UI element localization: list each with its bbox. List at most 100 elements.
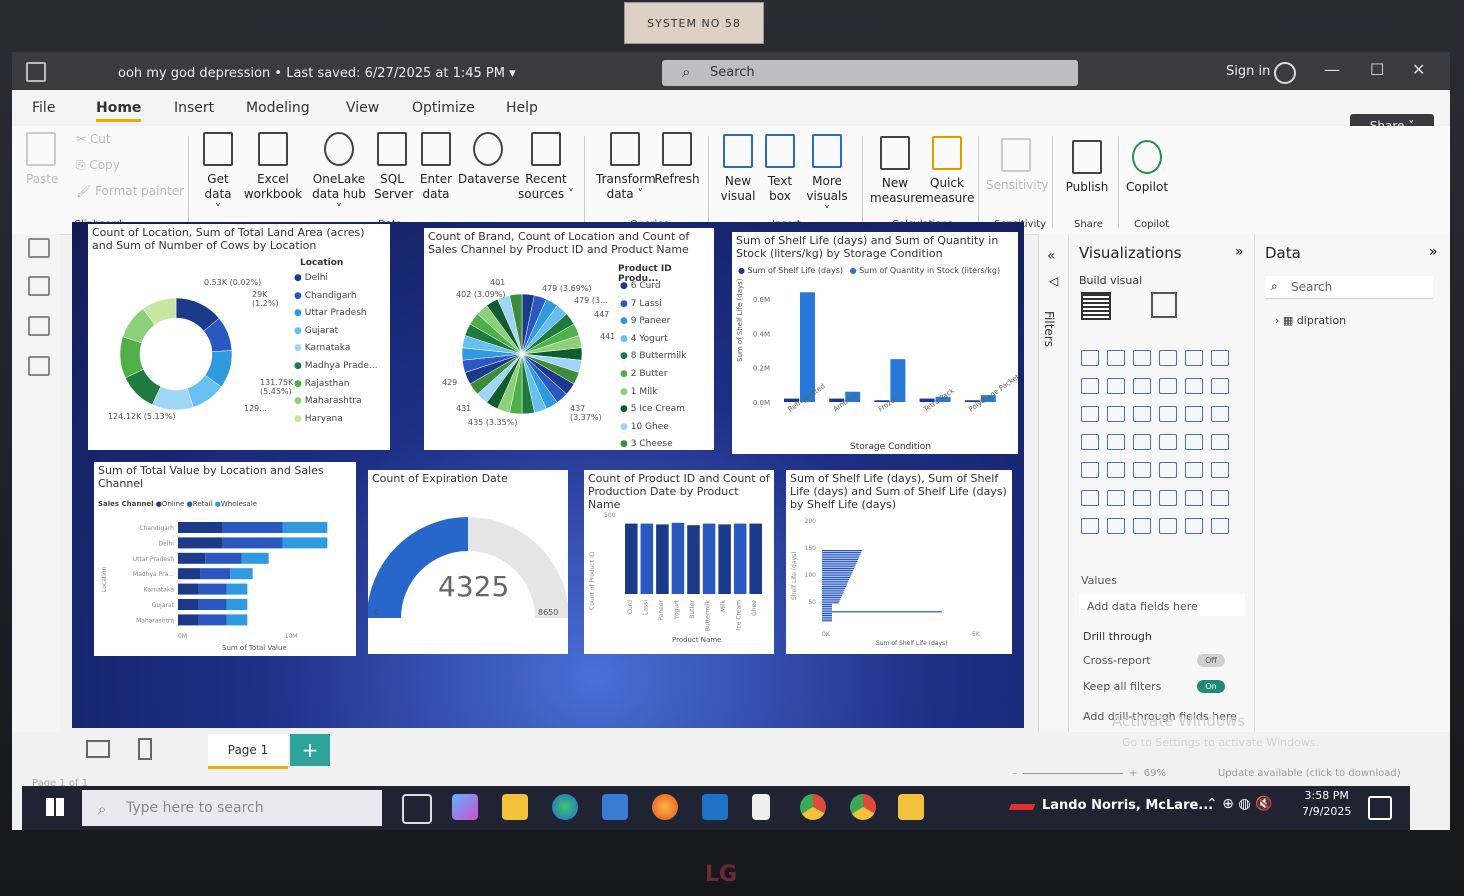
report-view-icon[interactable] — [28, 238, 50, 258]
trophy-icon[interactable] — [1211, 490, 1229, 506]
legend-item[interactable]: ● Delhi — [294, 270, 377, 288]
desktop-layout-icon[interactable] — [86, 740, 110, 758]
expand-icon[interactable]: » — [1235, 244, 1244, 260]
legend-item[interactable]: ● 10 Ghee — [620, 419, 686, 437]
copilot-button[interactable]: Copilot — [1122, 140, 1172, 195]
tab-file[interactable]: File — [32, 100, 55, 116]
legend-item[interactable]: ● 8 Buttermilk — [620, 348, 686, 366]
tab-home[interactable]: Home — [96, 100, 142, 122]
build-visual-icon[interactable] — [1081, 292, 1111, 320]
python-icon[interactable] — [1211, 462, 1229, 478]
taskbar-search[interactable]: ⌕ Type here to search — [82, 790, 382, 826]
kpi-icon[interactable] — [1081, 462, 1099, 478]
narrative-icon[interactable] — [1159, 490, 1177, 506]
new-visual-button[interactable]: New visual — [718, 134, 758, 204]
visual-product-pie[interactable]: Count of Brand, Count of Location and Co… — [424, 228, 714, 450]
card-icon[interactable] — [1185, 434, 1203, 450]
enter-data-button[interactable]: Enter data — [418, 132, 454, 202]
visual-shelf-life-bar[interactable]: Sum of Shelf Life (days), Sum of Shelf L… — [786, 470, 1012, 654]
edge-icon[interactable] — [552, 794, 578, 820]
keep-filters-toggle[interactable]: On — [1197, 680, 1225, 693]
legend-item[interactable]: ● Uttar Pradesh — [294, 305, 377, 323]
line-icon[interactable] — [1081, 378, 1099, 394]
waterfall-icon[interactable] — [1185, 378, 1203, 394]
page-tab[interactable]: Page 1 — [208, 734, 288, 769]
chrome-icon[interactable] — [850, 794, 876, 820]
format-painter-button[interactable]: 🖌 Format painter — [76, 184, 184, 199]
tab-optimize[interactable]: Optimize — [412, 100, 475, 116]
more-icon[interactable] — [1211, 518, 1229, 534]
funnel-icon[interactable] — [1107, 406, 1125, 422]
power-apps-icon[interactable] — [1081, 518, 1099, 534]
legend-item[interactable]: ● Gujarat — [294, 323, 377, 341]
tab-insert[interactable]: Insert — [174, 100, 214, 116]
ribbon-icon[interactable] — [1159, 378, 1177, 394]
visual-product-name-column[interactable]: Count of Product ID and Count of Product… — [584, 470, 774, 654]
copilot-app-icon[interactable] — [452, 794, 478, 820]
file-explorer-icon[interactable] — [502, 794, 528, 820]
sign-in-link[interactable]: Sign in — [1226, 64, 1270, 79]
tab-help[interactable]: Help — [506, 100, 538, 116]
stacked-bar-icon[interactable] — [1081, 350, 1099, 366]
transform-data-button[interactable]: Transform data ˅ — [596, 132, 656, 202]
stacked-column-icon[interactable] — [1107, 350, 1125, 366]
legend-item[interactable]: ● 9 Paneer — [620, 313, 686, 331]
filled-map-icon[interactable] — [1107, 434, 1125, 450]
news-widget[interactable]: Lando Norris, McLare... — [1042, 798, 1213, 813]
report-canvas[interactable]: Count of Location, Sum of Total Land Are… — [72, 222, 1024, 728]
100-bar-icon[interactable] — [1185, 350, 1203, 366]
legend-item[interactable]: ● 3 Cheese — [620, 436, 686, 450]
minimize-icon[interactable]: — — [1324, 60, 1340, 79]
table-view-icon[interactable] — [28, 276, 50, 296]
windows-start-icon[interactable] — [46, 798, 64, 816]
shapes-icon[interactable] — [1185, 518, 1203, 534]
matrix-icon[interactable] — [1159, 462, 1177, 478]
table-icon[interactable] — [1133, 462, 1151, 478]
legend-item[interactable]: ● 5 Ice Cream — [620, 401, 686, 419]
legend-item[interactable]: ● 1 Milk — [620, 384, 686, 402]
data-search-input[interactable]: ⌕ Search — [1265, 276, 1433, 299]
cross-report-toggle[interactable]: Off — [1197, 654, 1225, 667]
maximize-icon[interactable]: ☐ — [1370, 60, 1384, 79]
legend-item[interactable]: ● Haryana — [294, 411, 377, 429]
task-view-icon[interactable] — [402, 794, 432, 824]
recent-sources-button[interactable]: Recent sources ˅ — [518, 132, 574, 202]
add-page-button[interactable]: + — [290, 734, 330, 766]
sql-server-button[interactable]: SQL Server — [374, 132, 413, 202]
visual-location-donut[interactable]: Count of Location, Sum of Total Land Are… — [88, 224, 390, 450]
close-icon[interactable]: ✕ — [1412, 60, 1425, 79]
more-visuals-button[interactable]: More visuals ˅ — [802, 134, 852, 219]
clock[interactable]: 3:58 PM 7/9/2025 — [1302, 788, 1351, 820]
scatter-icon[interactable] — [1133, 406, 1151, 422]
legend-item[interactable]: ● Chandigarh — [294, 288, 377, 306]
clustered-bar-icon[interactable] — [1133, 350, 1151, 366]
visual-expiration-gauge[interactable]: Count of Expiration Date 4325 0 8650 — [368, 470, 568, 654]
stacked-area-icon[interactable] — [1133, 378, 1151, 394]
donut-icon[interactable] — [1185, 406, 1203, 422]
cut-button[interactable]: ✂ Cut — [76, 132, 111, 147]
zoom-slider[interactable] — [1023, 772, 1123, 774]
copy-button[interactable]: ⎘ Copy — [76, 158, 120, 173]
notifications-icon[interactable] — [1368, 796, 1392, 820]
tab-modeling[interactable]: Modeling — [246, 100, 310, 116]
legend-item[interactable]: ● Karnataka — [294, 340, 377, 358]
legend-item[interactable]: ● 6 Curd — [620, 278, 686, 296]
tab-view[interactable]: View — [346, 100, 379, 116]
legend-item[interactable]: ● Maharashtra — [294, 393, 377, 411]
gauge-icon[interactable] — [1159, 434, 1177, 450]
decomposition-icon[interactable] — [1107, 490, 1125, 506]
legend-item[interactable]: ● 7 Lassi — [620, 296, 686, 314]
zoom-control[interactable]: – + 69% — [1012, 768, 1166, 779]
slicer-icon[interactable] — [1107, 462, 1125, 478]
mobile-layout-icon[interactable] — [138, 738, 152, 760]
title-search-box[interactable]: ⌕ Search — [662, 60, 1078, 86]
sensitivity-button[interactable]: Sensitivity — [986, 138, 1048, 193]
r-visual-icon[interactable] — [1185, 462, 1203, 478]
visual-total-value-bar[interactable]: Sum of Total Value by Location and Sales… — [94, 462, 356, 656]
model-view-icon[interactable] — [28, 316, 50, 336]
dax-query-icon[interactable] — [28, 356, 50, 376]
chrome-profile-icon[interactable] — [800, 794, 826, 820]
area-icon[interactable] — [1107, 378, 1125, 394]
visual-storage-column[interactable]: Sum of Shelf Life (days) and Sum of Quan… — [732, 232, 1018, 454]
power-bi-icon[interactable] — [898, 794, 924, 820]
